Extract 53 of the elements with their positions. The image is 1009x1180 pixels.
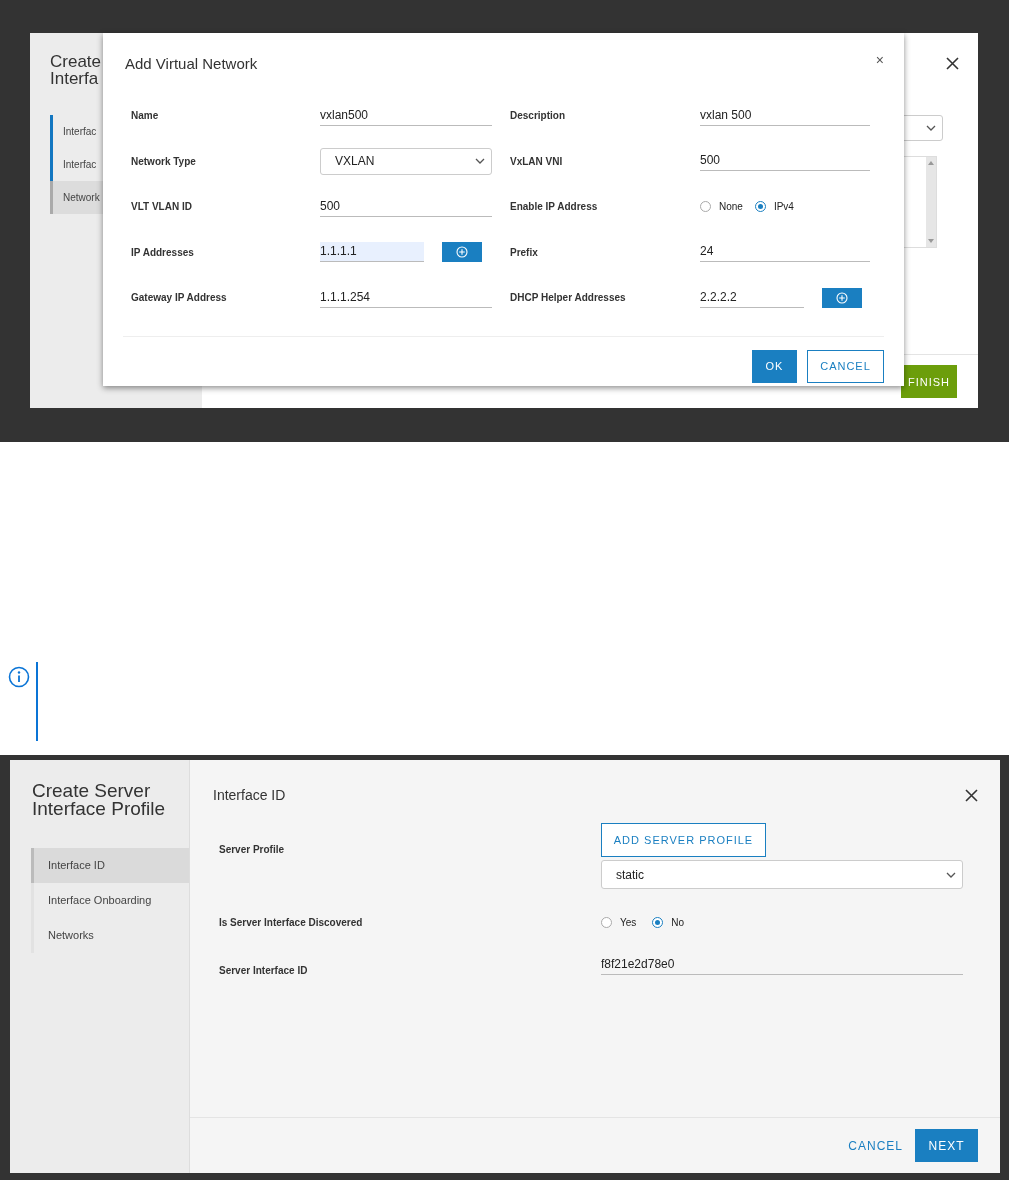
- field-label: Enable IP Address: [510, 201, 599, 213]
- field-label: Prefix: [510, 246, 539, 258]
- chevron-icon: [926, 125, 936, 131]
- input-field[interactable]: 500: [700, 151, 870, 172]
- field-label: IP Addresses: [131, 246, 195, 258]
- radio-option[interactable]: None: [700, 201, 743, 213]
- chevron-icon: [946, 871, 956, 878]
- step-item[interactable]: Networks: [31, 918, 189, 953]
- field-label: VLT VLAN ID: [131, 201, 193, 213]
- cancel-button[interactable]: CANCEL: [807, 349, 884, 383]
- chevron-icon: [475, 158, 485, 165]
- step-item[interactable]: Interface Onboarding: [31, 883, 189, 918]
- dialog-title: Add Virtual Network: [125, 54, 258, 72]
- field-label: DHCP Helper Addresses: [510, 292, 627, 304]
- step-item[interactable]: Interface ID: [31, 848, 189, 883]
- select-field[interactable]: VXLAN: [320, 147, 492, 175]
- next-button[interactable]: NEXT: [915, 1129, 978, 1162]
- wizard-title: Interfa: [50, 70, 99, 87]
- field-label: Server Interface ID: [219, 964, 309, 976]
- close-button[interactable]: ×: [875, 52, 884, 68]
- radio-option[interactable]: IPv4: [754, 201, 794, 213]
- close-icon[interactable]: [946, 57, 959, 70]
- radio-option[interactable]: Yes: [601, 917, 637, 928]
- field-label: Server Profile: [219, 843, 286, 857]
- wizard-title: Create Server Interface Profile: [32, 782, 167, 818]
- field-label: Description: [510, 110, 566, 122]
- add-button[interactable]: [822, 287, 862, 308]
- section-heading: Interface ID: [213, 787, 286, 803]
- input-field[interactable]: 2.2.2.2: [700, 287, 804, 308]
- field-label: VxLAN VNI: [510, 155, 564, 167]
- input-field[interactable]: vxlan500: [320, 105, 492, 126]
- info-icon: [8, 666, 30, 688]
- select-field[interactable]: static: [601, 860, 963, 889]
- input-field[interactable]: 500: [320, 196, 492, 217]
- ok-button[interactable]: OK: [752, 349, 797, 383]
- input-field[interactable]: vxlan 500: [700, 105, 870, 126]
- field-label: Is Server Interface Discovered: [219, 916, 364, 928]
- input-field[interactable]: 24: [700, 242, 870, 263]
- plus-icon: [456, 246, 468, 259]
- cancel-button[interactable]: CANCEL: [848, 1138, 903, 1153]
- plus-icon: [836, 291, 848, 304]
- add-server-profile-button[interactable]: ADD SERVER PROFILE: [601, 823, 766, 857]
- wizard-title: Create: [50, 53, 102, 70]
- field-label: Network Type: [131, 155, 197, 167]
- input-field[interactable]: 1.1.1.1: [320, 242, 424, 263]
- close-icon[interactable]: [965, 788, 978, 802]
- input-field[interactable]: 1.1.1.254: [320, 287, 492, 308]
- field-label: Name: [131, 110, 160, 122]
- input-field[interactable]: f8f21e2d78e0: [601, 955, 963, 975]
- scrollbar[interactable]: [926, 157, 936, 247]
- radio-option[interactable]: No: [652, 917, 685, 928]
- add-button[interactable]: [442, 242, 482, 263]
- field-label: Gateway IP Address: [131, 292, 228, 304]
